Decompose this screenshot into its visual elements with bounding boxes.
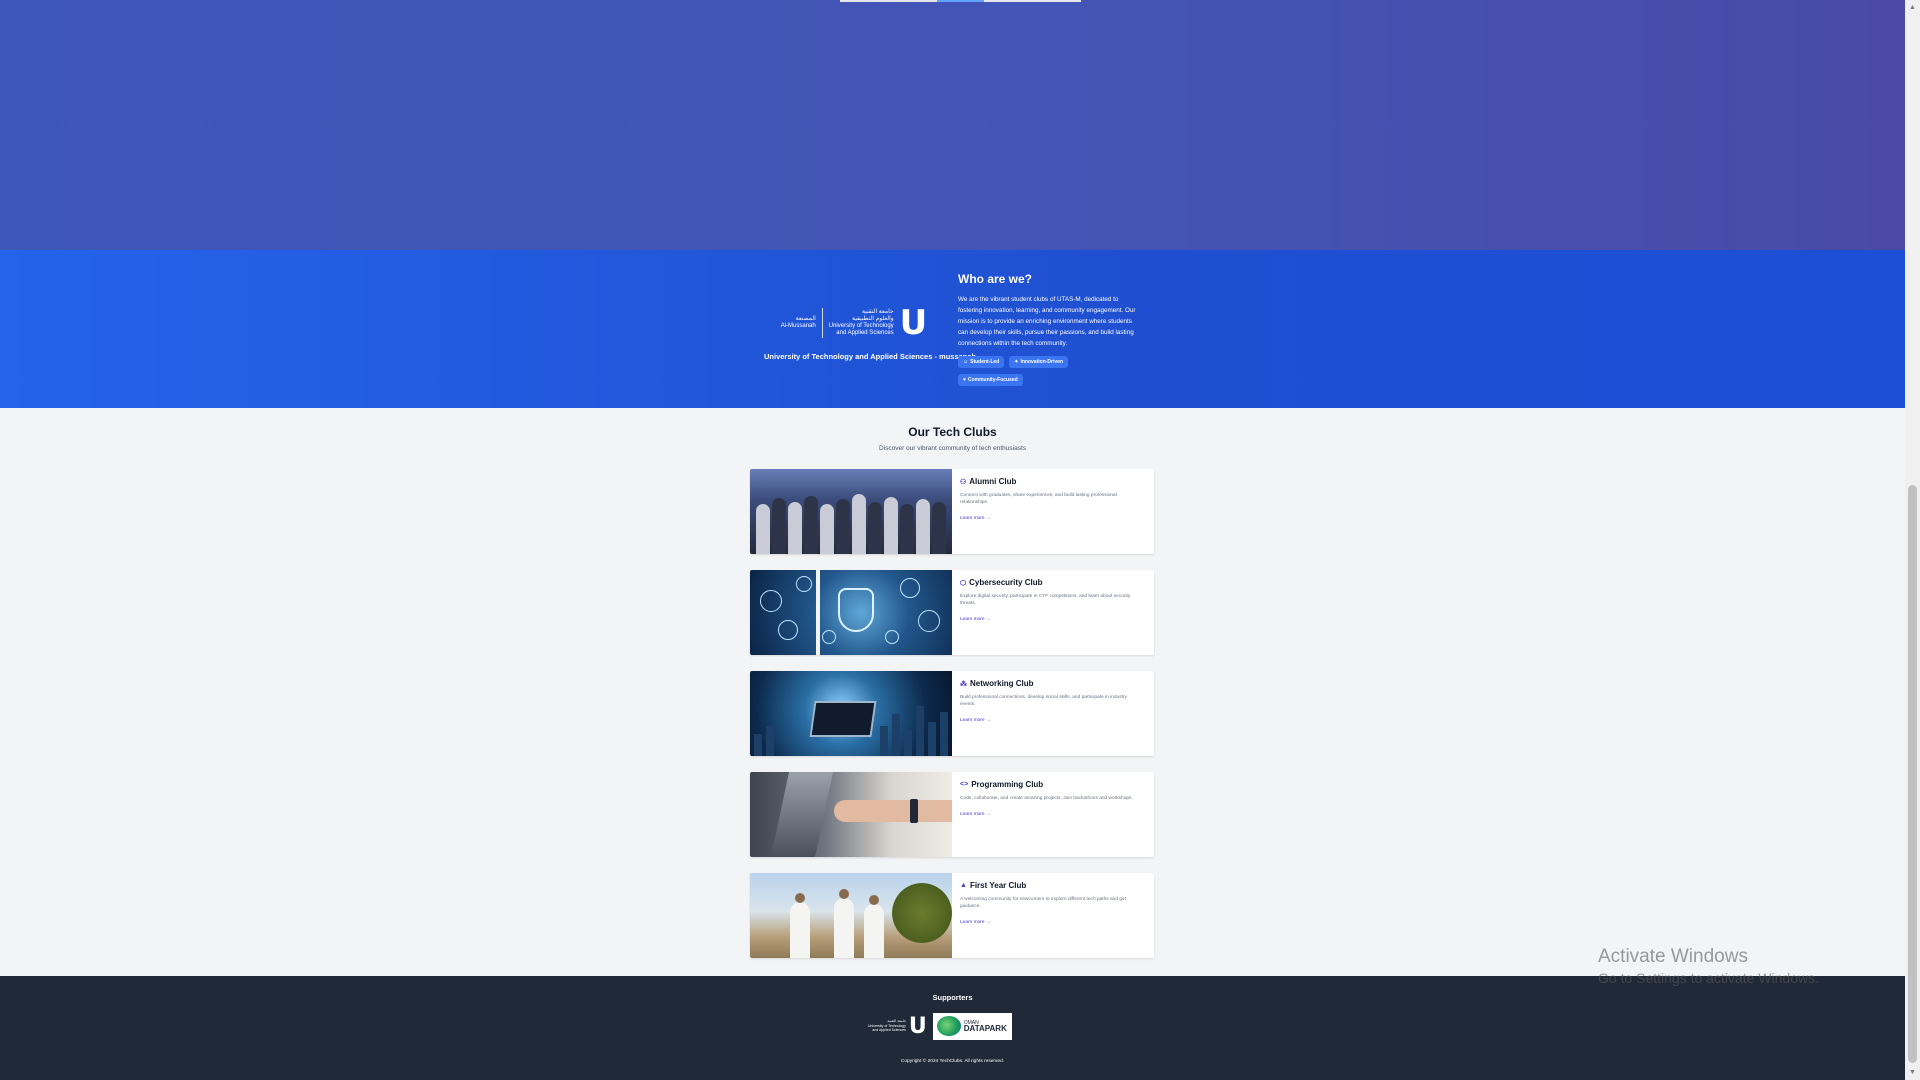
- club-card-networking[interactable]: ⁂ Networking Club Build professional conn…: [750, 671, 1154, 756]
- card-body: ▲ First Year Club A welcoming community f…: [952, 873, 1154, 958]
- tag-label: Community-Focused: [967, 377, 1018, 383]
- university-caption: University of Technology and Applied Sci…: [764, 352, 977, 361]
- slide-indicator[interactable]: [984, 0, 1081, 2]
- card-title: ⬡ Cybersecurity Club: [960, 578, 1146, 587]
- slide-indicator[interactable]: [840, 0, 937, 2]
- utas-supporter-logo: جامعة التقنية University of Technology a…: [868, 1012, 927, 1040]
- utas-logo-text: جامعة التقنية University of Technology a…: [868, 1019, 906, 1033]
- tag-innovation-driven: ✦ Innovation-Driven: [1009, 356, 1068, 368]
- hero-slide-indicators: [840, 0, 1081, 2]
- club-card-cybersecurity[interactable]: ⬡ Cybersecurity Club Explore digital secu…: [750, 570, 1154, 655]
- tag-community-focused: ♥ Community-Focused: [958, 374, 1023, 386]
- learn-more-link[interactable]: Learn more →: [960, 920, 991, 925]
- university-logo: المصنعة Al-Mussanah جامعة التقنية والعلو…: [764, 300, 977, 361]
- logo-mark: المصنعة Al-Mussanah جامعة التقنية والعلو…: [764, 300, 944, 346]
- club-name: Cybersecurity Club: [969, 578, 1043, 587]
- slide-indicator-active[interactable]: [937, 0, 984, 2]
- about-section: المصنعة Al-Mussanah جامعة التقنية والعلو…: [0, 250, 1905, 408]
- club-name: Alumni Club: [969, 477, 1017, 486]
- club-description: Explore digital security, participate in…: [960, 594, 1131, 606]
- card-body: ⚇ Alumni Club Connect with graduates, sha…: [952, 469, 1154, 554]
- clubs-section: Our Tech Clubs Discover our vibrant comm…: [0, 408, 1905, 976]
- clubs-subtitle: Discover our vibrant community of tech e…: [878, 445, 1027, 452]
- logo-left-arabic: المصنعة: [795, 316, 816, 322]
- logo-divider: [821, 308, 823, 338]
- card-body: <> Programming Club Code, collaborate, an…: [952, 772, 1154, 857]
- logo-left-text: المصنعة Al-Mussanah: [781, 316, 816, 330]
- club-description: Build professional connections, develop …: [960, 695, 1127, 707]
- university-emblem-icon: U: [899, 303, 928, 343]
- club-name: Programming Club: [971, 780, 1044, 789]
- oman-datapark-logo: OMAN DATAPARK: [932, 1012, 1012, 1040]
- people-icon: ☺: [963, 359, 969, 365]
- page-scrollbar[interactable]: ▲ ▼: [1905, 0, 1920, 1080]
- learn-more-link[interactable]: Learn more →: [960, 516, 991, 521]
- card-title: ⚇ Alumni Club: [960, 477, 1146, 486]
- card-title: <> Programming Club: [960, 780, 1146, 789]
- network-icon: ⁂: [960, 680, 967, 688]
- logo-right-text: جامعة التقنية والعلوم التطبيقية Universi…: [829, 309, 894, 337]
- card-title: ⁂ Networking Club: [960, 679, 1146, 688]
- programming-club-image: [750, 772, 952, 857]
- club-card-alumni[interactable]: ⚇ Alumni Club Connect with graduates, sha…: [750, 469, 1154, 554]
- club-name: Networking Club: [970, 679, 1034, 688]
- logo-arabic-line: والعلوم التطبيقية: [851, 316, 894, 322]
- code-icon: <>: [960, 781, 969, 788]
- logo-english-line: and Applied Sciences: [836, 330, 894, 336]
- club-card-first-year[interactable]: ▲ First Year Club A welcoming community f…: [750, 873, 1154, 958]
- scroll-down-arrow-icon[interactable]: ▼: [1905, 1065, 1920, 1080]
- logo-arabic-line: جامعة التقنية: [861, 309, 894, 315]
- lightbulb-icon: ✦: [1014, 359, 1019, 365]
- learn-more-link[interactable]: Learn more →: [960, 718, 991, 723]
- users-icon: ⚇: [960, 478, 967, 486]
- datapark-globe-icon: [936, 1016, 961, 1036]
- university-emblem-icon: U: [908, 1013, 927, 1039]
- scrollbar-thumb[interactable]: [1908, 485, 1917, 1063]
- learn-more-link[interactable]: Learn more →: [960, 812, 991, 817]
- activate-windows-watermark: Activate Windows Go to Settings to activ…: [1598, 946, 1819, 986]
- clubs-title: Our Tech Clubs: [908, 425, 997, 439]
- logo-left-english: Al-Mussanah: [780, 323, 816, 329]
- utas-logo-english: and Applied Sciences: [872, 1028, 906, 1033]
- hero-section: [0, 0, 1905, 250]
- card-body: ⬡ Cybersecurity Club Explore digital secu…: [952, 570, 1154, 655]
- learn-more-link[interactable]: Learn more →: [960, 617, 991, 622]
- about-tags: ☺ Student-Led ✦ Innovation-Driven ♥ Communi…: [958, 356, 1098, 386]
- tag-label: Student-Led: [970, 359, 1000, 365]
- datapark-line2: DATAPARK: [963, 1024, 1007, 1033]
- tag-student-led: ☺ Student-Led: [958, 356, 1005, 368]
- about-title: Who are we?: [958, 272, 1033, 286]
- club-description: Code, collaborate, and create amazing pr…: [960, 796, 1133, 801]
- supporters-logos: جامعة التقنية University of Technology a…: [868, 1012, 1012, 1040]
- club-description: Connect with graduates, share experience…: [960, 493, 1117, 505]
- alumni-club-image: [750, 469, 952, 554]
- club-card-programming[interactable]: <> Programming Club Code, collaborate, an…: [750, 772, 1154, 857]
- datapark-logo-text: OMAN DATAPARK: [963, 1020, 1007, 1033]
- club-description: A welcoming community for newcomers to e…: [960, 897, 1127, 909]
- copyright-text: Copyright © 2024 TechClubs. All rights r…: [900, 1059, 1005, 1064]
- about-description: We are the vibrant student clubs of UTAS…: [958, 296, 1136, 347]
- tag-label: Innovation-Driven: [1020, 359, 1063, 365]
- footer: Supporters جامعة التقنية University of T…: [0, 976, 1905, 1080]
- cybersecurity-club-image: [750, 570, 952, 655]
- networking-club-image: [750, 671, 952, 756]
- club-name: First Year Club: [969, 881, 1027, 890]
- first-year-club-image: [750, 873, 952, 958]
- logo-english-line: University of Technology: [828, 323, 894, 329]
- scroll-up-arrow-icon[interactable]: ▲: [1905, 0, 1920, 15]
- shield-icon: ⬡: [960, 579, 967, 587]
- card-body: ⁂ Networking Club Build professional conn…: [952, 671, 1154, 756]
- watermark-subtitle: Go to Settings to activate Windows.: [1598, 970, 1819, 986]
- supporters-title: Supporters: [932, 993, 973, 1002]
- heart-icon: ♥: [963, 377, 966, 383]
- graduation-cap-icon: ▲: [960, 882, 967, 889]
- watermark-title: Activate Windows: [1598, 946, 1748, 967]
- about-content: Who are we? We are the vibrant student c…: [958, 272, 1138, 386]
- card-title: ▲ First Year Club: [960, 881, 1146, 890]
